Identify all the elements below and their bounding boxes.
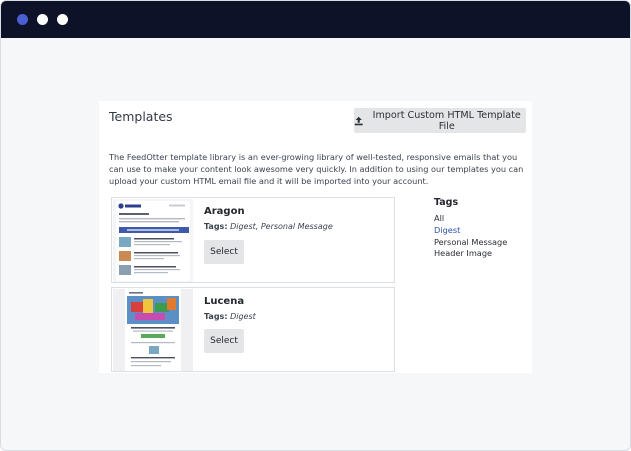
template-preview-image [113, 289, 193, 371]
tags-label: Tags: [204, 312, 228, 321]
template-thumbnail [113, 199, 193, 282]
tags-heading: Tags [434, 197, 459, 208]
minimize-dot[interactable] [37, 14, 48, 25]
tag-filter-personal-message[interactable]: Personal Message [434, 237, 507, 247]
template-tags: Tags: Digest, Personal Message [204, 222, 333, 231]
tag-filter-digest[interactable]: Digest [434, 225, 460, 235]
tags-value: Digest, Personal Message [230, 222, 333, 231]
import-button-label: Import Custom HTML Template File [372, 109, 521, 132]
upload-icon [354, 116, 363, 125]
tags-label: Tags: [204, 222, 228, 231]
template-tags: Tags: Digest [204, 312, 256, 321]
browser-window: Templates Import Custom HTML Template Fi… [0, 0, 631, 451]
title-bar [1, 1, 630, 38]
template-preview-image [113, 199, 193, 282]
template-thumbnail [113, 289, 193, 371]
library-description: The FeedOtter template library is an eve… [109, 152, 524, 187]
templates-panel: Templates Import Custom HTML Template Fi… [99, 101, 532, 373]
select-template-button[interactable]: Select [204, 329, 244, 353]
close-dot[interactable] [17, 14, 28, 25]
tag-filter-all[interactable]: All [434, 213, 444, 223]
tag-filter-header-image[interactable]: Header Image [434, 248, 492, 258]
page-title: Templates [109, 109, 173, 124]
tags-value: Digest [230, 312, 256, 321]
template-card-aragon: Aragon Tags: Digest, Personal Message Se… [111, 197, 395, 283]
import-template-button[interactable]: Import Custom HTML Template File [354, 108, 526, 133]
template-name: Aragon [204, 206, 245, 217]
template-card-lucena: Lucena Tags: Digest Select [111, 287, 395, 372]
select-template-button[interactable]: Select [204, 240, 244, 264]
maximize-dot[interactable] [57, 14, 68, 25]
template-name: Lucena [204, 296, 245, 307]
